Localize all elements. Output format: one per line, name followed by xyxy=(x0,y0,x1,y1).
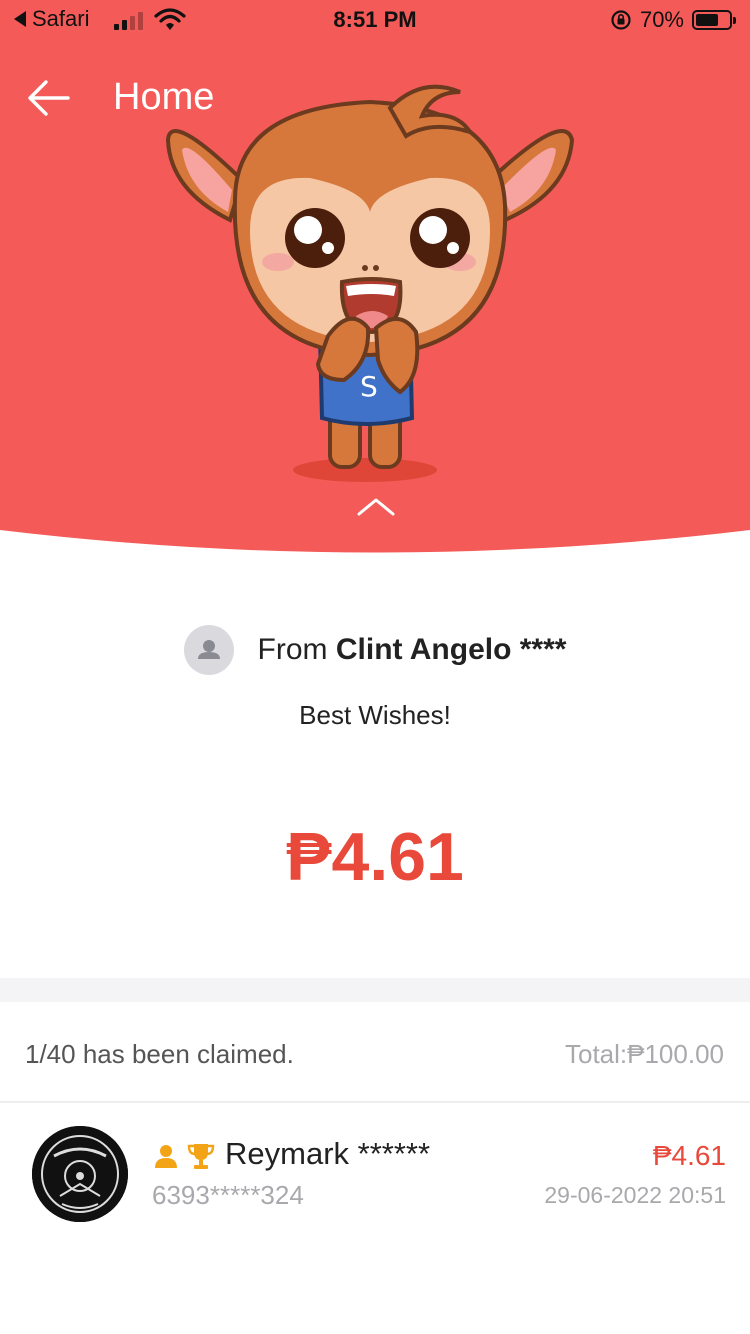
person-badge-icon xyxy=(155,1145,177,1168)
status-bar: Safari 8:51 PM 70% xyxy=(0,0,750,40)
sender-avatar xyxy=(183,625,234,675)
sender-name: Clint Angelo **** xyxy=(335,633,567,666)
received-amount: ₱4.61 xyxy=(286,819,464,895)
sender-text: From Clint Angelo **** xyxy=(258,633,567,667)
total-amount: Total:₱100.00 xyxy=(564,1039,724,1069)
festival-logo-avatar xyxy=(32,1126,128,1222)
claim-summary: 1/40 has been claimed. Total:₱100.00 xyxy=(0,1003,750,1103)
section-divider xyxy=(0,978,750,1002)
claimed-amount: ₱4.61 xyxy=(652,1140,726,1171)
claimer-name: Reymark ****** xyxy=(225,1136,431,1171)
list-item[interactable]: Reymark ****** 6393*****324 ₱4.61 29-06-… xyxy=(0,1104,750,1244)
avatar xyxy=(32,1126,128,1222)
chevron-up-icon[interactable] xyxy=(356,494,396,518)
sender-row: From Clint Angelo **** xyxy=(0,625,750,675)
user-badges xyxy=(152,1142,216,1170)
claimer-phone: 6393*****324 xyxy=(152,1180,304,1210)
svg-text:S: S xyxy=(360,370,378,403)
user-icon xyxy=(197,640,220,659)
from-label: From xyxy=(257,633,328,666)
battery-icon xyxy=(692,10,736,30)
battery-percent: 70% xyxy=(639,7,684,32)
claimed-count: 1/40 has been claimed. xyxy=(25,1039,294,1069)
orientation-lock-icon xyxy=(611,10,631,30)
back-arrow-icon[interactable] xyxy=(26,78,72,118)
greeting-message: Best Wishes! xyxy=(299,700,451,730)
claim-timestamp: 29-06-2022 20:51 xyxy=(544,1182,726,1208)
trophy-icon xyxy=(187,1144,215,1169)
monkey-mascot-illustration: S xyxy=(165,84,575,482)
